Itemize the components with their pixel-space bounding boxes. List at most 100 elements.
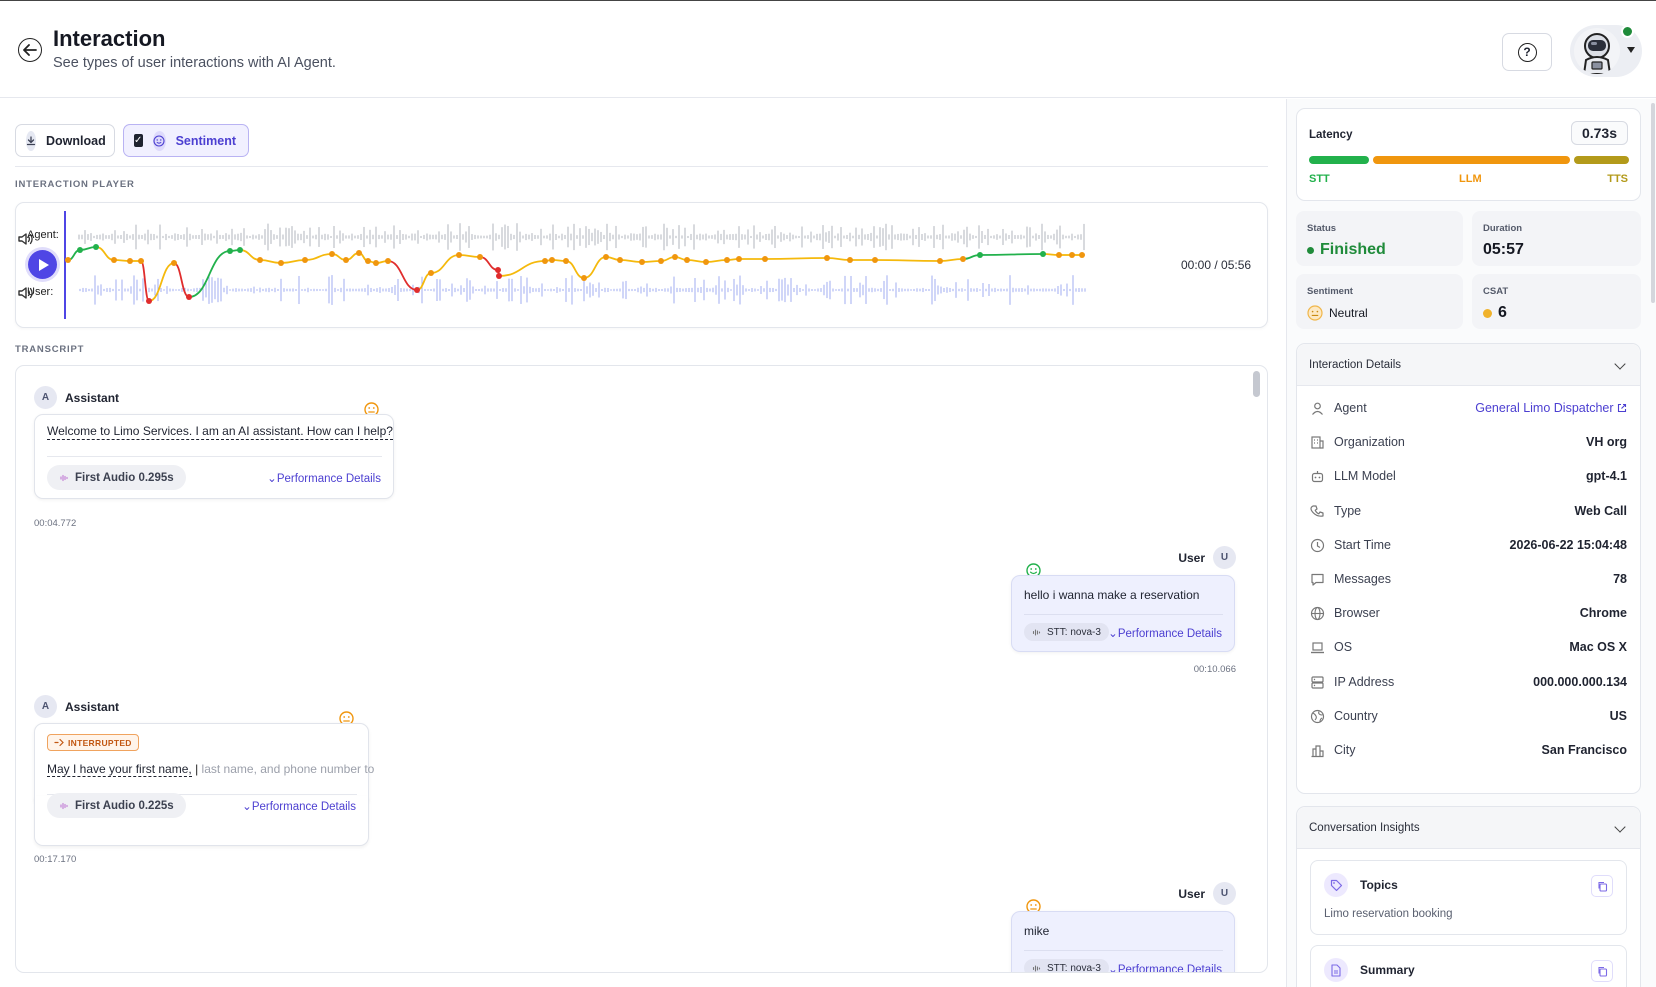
detail-value: San Francisco	[1541, 743, 1627, 757]
sentiment-point[interactable]	[93, 244, 99, 250]
sentiment-point[interactable]	[171, 260, 177, 266]
user-volume-icon[interactable]	[16, 284, 34, 302]
message-timestamp: 00:04.772	[34, 518, 77, 529]
scrollbar-thumb[interactable]	[1253, 371, 1260, 397]
sentiment-point[interactable]	[872, 257, 878, 263]
sentiment-point[interactable]	[111, 257, 117, 263]
sentiment-point[interactable]	[477, 254, 483, 260]
sentiment-point[interactable]	[428, 270, 434, 276]
sentiment-point[interactable]	[456, 252, 462, 258]
sentiment-curve-segment	[979, 253, 1044, 256]
sentiment-point[interactable]	[65, 257, 71, 263]
sentiment-point[interactable]	[542, 258, 548, 264]
city-icon	[1311, 745, 1324, 758]
copy-topics-button[interactable]	[1591, 875, 1613, 897]
message-text[interactable]: Welcome to Limo Services. I am an AI ass…	[47, 424, 393, 440]
sentiment-point[interactable]	[684, 257, 690, 263]
message-timestamp: 00:17.170	[34, 854, 77, 865]
sentiment-point[interactable]	[237, 247, 243, 253]
detail-key: Type	[1334, 503, 1362, 518]
performance-details-link[interactable]: ⌄Performance Details	[1108, 626, 1222, 640]
performance-details-link[interactable]: ⌄Performance Details	[242, 799, 356, 813]
sentiment-point[interactable]	[824, 255, 830, 261]
checkbox-checked-icon[interactable]: ✓	[134, 134, 143, 147]
sentiment-point[interactable]	[343, 257, 349, 263]
download-button[interactable]: Download	[15, 124, 115, 157]
sentiment-point[interactable]	[977, 252, 983, 258]
sentiment-point[interactable]	[257, 257, 263, 263]
sentiment-toggle[interactable]: ✓ Sentiment	[123, 124, 249, 157]
sentiment-point[interactable]	[1069, 252, 1075, 258]
sentiment-point[interactable]	[329, 251, 335, 257]
sentiment-point[interactable]	[1079, 252, 1085, 258]
sentiment-point[interactable]	[1056, 252, 1062, 258]
building-icon	[1311, 436, 1324, 449]
sentiment-point[interactable]	[414, 287, 420, 293]
summary-title: Summary	[1360, 963, 1415, 977]
latency-llm-label: LLM	[1459, 173, 1482, 185]
conversation-insights-toggle[interactable]: Conversation Insights	[1297, 807, 1640, 849]
copy-summary-button[interactable]	[1591, 960, 1613, 982]
back-button[interactable]	[18, 38, 42, 62]
sentiment-point[interactable]	[186, 294, 192, 300]
waveform-sentiment-graph[interactable]	[16, 203, 1269, 329]
sentiment-point[interactable]	[549, 257, 555, 263]
sentiment-point[interactable]	[563, 258, 569, 264]
sentiment-point[interactable]	[736, 256, 742, 262]
sentiment-point[interactable]	[937, 258, 943, 264]
sentiment-point[interactable]	[603, 254, 609, 260]
agent-link[interactable]: General Limo Dispatcher	[1475, 401, 1627, 415]
detail-row-os: OS Mac OS X	[1297, 631, 1640, 665]
first-audio-chip: First Audio 0.295s	[47, 465, 186, 490]
message-bubble: hello i wanna make a reservation STT: no…	[1011, 575, 1235, 652]
message-text[interactable]: May I have your first name, | last name,…	[47, 762, 374, 777]
sentiment-point[interactable]	[672, 254, 678, 260]
sentiment-point[interactable]	[278, 260, 284, 266]
sentiment-point[interactable]	[617, 257, 623, 263]
sentiment-point[interactable]	[227, 248, 233, 254]
sentiment-point[interactable]	[960, 256, 966, 262]
sentiment-point[interactable]	[703, 259, 709, 265]
help-button[interactable]: ?	[1502, 33, 1552, 71]
sentiment-point[interactable]	[762, 256, 768, 262]
status-value: Finished	[1320, 241, 1386, 258]
detail-value: Chrome	[1579, 606, 1627, 621]
performance-details-link[interactable]: ⌄Performance Details	[1108, 962, 1222, 972]
sentiment-point[interactable]	[658, 258, 664, 264]
transcript-panel[interactable]: A Assistant Welcome to Limo Services. I …	[15, 365, 1268, 973]
sentiment-point[interactable]	[77, 247, 83, 253]
detail-row-start-time: Start Time 2026-06-22 15:04:48	[1297, 529, 1640, 563]
agent-volume-icon[interactable]	[16, 230, 34, 248]
clock-icon	[1310, 538, 1325, 552]
message-text[interactable]: mike	[1024, 924, 1049, 938]
sentiment-point[interactable]	[127, 258, 133, 264]
sentiment-point[interactable]	[356, 250, 362, 256]
right-scrollbar[interactable]	[1651, 103, 1655, 303]
sentiment-curve-segment	[939, 258, 964, 262]
sentiment-point[interactable]	[302, 257, 308, 263]
play-button[interactable]	[28, 250, 57, 279]
caret-down-icon[interactable]	[1627, 47, 1635, 53]
sentiment-curve-segment	[583, 256, 607, 279]
sentiment-point[interactable]	[639, 259, 645, 265]
phone-icon	[1310, 504, 1324, 517]
sentiment-point[interactable]	[138, 258, 144, 264]
sentiment-point[interactable]	[724, 257, 730, 263]
sentiment-point[interactable]	[1040, 251, 1046, 257]
performance-details-link[interactable]: ⌄Performance Details	[267, 471, 381, 485]
detail-row-organization: Organization VH org	[1297, 426, 1640, 460]
message-text[interactable]: hello i wanna make a reservation	[1024, 588, 1199, 602]
sentiment-point[interactable]	[847, 257, 853, 263]
summary-panel: Summary	[1310, 945, 1627, 987]
sentiment-point[interactable]	[146, 298, 152, 304]
sentiment-point[interactable]	[581, 275, 587, 281]
sentiment-point[interactable]	[365, 258, 371, 264]
latency-stt-label: STT	[1309, 173, 1330, 185]
sentiment-point[interactable]	[496, 273, 502, 279]
sentiment-point[interactable]	[373, 260, 379, 266]
interaction-details-toggle[interactable]: Interaction Details	[1297, 344, 1640, 386]
sentiment-point[interactable]	[495, 267, 501, 273]
sentiment-point[interactable]	[385, 258, 391, 264]
speaker-name: Assistant	[65, 390, 120, 405]
detail-key: LLM Model	[1334, 469, 1396, 484]
